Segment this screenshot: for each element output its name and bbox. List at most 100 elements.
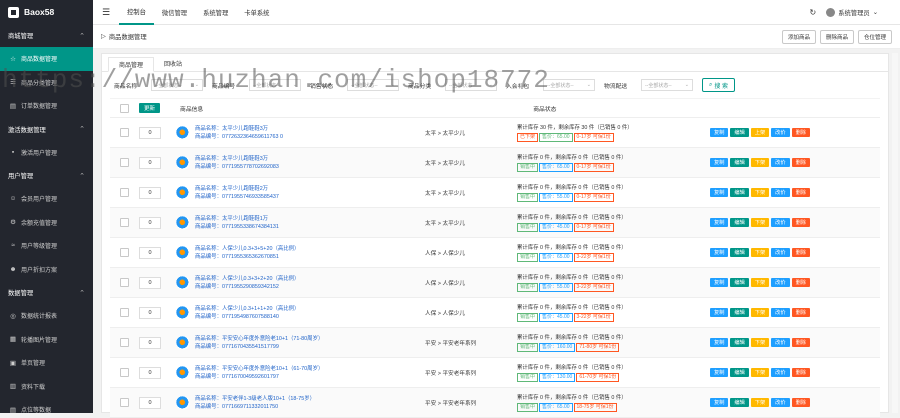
toolbar-button[interactable]: 添加商品 [781,29,816,44]
sidebar-item[interactable]: ☰ 商品分类管理 [0,71,93,95]
action-button[interactable]: 编辑 [730,248,749,257]
row-checkbox[interactable] [120,248,129,257]
row-checkbox[interactable] [120,128,129,137]
sidebar-item[interactable]: ⚙ 余额充值管理 [0,211,93,235]
scrollbar[interactable] [892,53,898,413]
filter-select[interactable]: --全部状态-- ⌄ [249,79,301,91]
action-button[interactable]: 删除 [791,248,810,257]
action-button[interactable]: 改价 [771,128,790,137]
row-checkbox[interactable] [120,338,129,347]
sort-order-input[interactable]: 0 [139,336,161,349]
search-button[interactable]: ⌕ 搜 索 [702,78,736,92]
action-button[interactable]: 下架 [750,218,770,227]
sidebar-item[interactable]: ▣ 单页管理 [0,351,93,375]
action-button[interactable]: 下架 [750,308,770,317]
action-button[interactable]: 改价 [771,158,790,167]
action-button[interactable]: 下架 [750,278,770,287]
sidebar-item[interactable]: ▤ 订单数据管理 [0,94,93,118]
action-button[interactable]: 复制 [710,218,729,227]
product-name[interactable]: 商品名称：平安老伴1-3级老人版10+1（18-75岁） [195,395,315,403]
action-button[interactable]: 复制 [710,248,729,257]
action-button[interactable]: 上架 [750,128,770,137]
row-checkbox[interactable] [120,308,129,317]
action-button[interactable]: 下架 [750,338,770,347]
sidebar-item[interactable]: ☺ 会员用户管理 [0,187,93,211]
action-button[interactable]: 删除 [791,368,810,377]
product-name[interactable]: 商品名称：人保少儿0.3+3+2+20（高比例） [195,275,299,283]
action-button[interactable]: 删除 [791,188,810,197]
action-button[interactable]: 改价 [771,338,790,347]
action-button[interactable]: 编辑 [730,158,749,167]
action-button[interactable]: 下架 [750,158,770,167]
action-button[interactable]: 复制 [710,128,729,137]
sidebar-item[interactable]: ◎ 数据统计报表 [0,304,93,328]
sort-order-input[interactable]: 0 [139,186,161,199]
sidebar-item[interactable]: ≈ 用户等级管理 [0,234,93,258]
action-button[interactable]: 复制 [710,158,729,167]
action-button[interactable]: 删除 [791,158,810,167]
action-button[interactable]: 编辑 [730,338,749,347]
sidebar-item[interactable]: ☻ 用户折扣方案 [0,258,93,282]
action-button[interactable]: 改价 [771,368,790,377]
row-checkbox[interactable] [120,218,129,227]
action-button[interactable]: 删除 [791,218,810,227]
sidebar-item[interactable]: ▦ 轮播图片管理 [0,328,93,352]
action-button[interactable]: 编辑 [730,128,749,137]
sidebar-group[interactable]: 激活数据管理 ⌃ [0,118,93,141]
row-checkbox[interactable] [120,398,129,407]
sort-order-input[interactable]: 0 [139,216,161,229]
action-button[interactable]: 删除 [791,308,810,317]
product-name[interactable]: 商品名称：人保少儿0.3+3+5+20（高比例） [195,245,299,253]
action-button[interactable]: 复制 [710,308,729,317]
select-all-checkbox[interactable] [120,103,129,113]
sort-order-input[interactable]: 0 [139,306,161,319]
action-button[interactable]: 编辑 [730,278,749,287]
action-button[interactable]: 编辑 [730,188,749,197]
sort-order-input[interactable]: 0 [139,156,161,169]
action-button[interactable]: 删除 [791,128,810,137]
filter-select[interactable]: --全部状态-- ⌄ [347,79,399,91]
row-checkbox[interactable] [120,188,129,197]
action-button[interactable]: 编辑 [730,398,749,407]
top-tab[interactable]: 控制台 [119,0,154,25]
sidebar-group[interactable]: 用户管理 ⌃ [0,164,93,187]
panel-tab[interactable]: 商品管理 [108,57,155,72]
top-tab[interactable]: 微信管理 [154,0,195,25]
panel-tab[interactable]: 回收站 [154,56,192,71]
action-button[interactable]: 删除 [791,398,810,407]
action-button[interactable]: 改价 [771,308,790,317]
user-menu[interactable]: 系统管理员 ⌄ [826,7,878,17]
sidebar-group[interactable]: 数据管理 ⌃ [0,281,93,304]
top-tab[interactable]: 卡单系统 [236,0,277,25]
sort-order-input[interactable]: 0 [139,276,161,289]
action-button[interactable]: 下架 [750,398,770,407]
sidebar-item[interactable]: ▪ 激活用户管理 [0,141,93,165]
sort-order-input[interactable]: 0 [139,396,161,409]
action-button[interactable]: 复制 [710,398,729,407]
action-button[interactable]: 复制 [710,368,729,377]
sort-order-input[interactable]: 0 [139,126,161,139]
row-checkbox[interactable] [120,368,129,377]
action-button[interactable]: 删除 [791,278,810,287]
action-button[interactable]: 改价 [771,248,790,257]
action-button[interactable]: 复制 [710,338,729,347]
action-button[interactable]: 删除 [791,338,810,347]
action-button[interactable]: 编辑 [730,368,749,377]
action-button[interactable]: 改价 [771,278,790,287]
filter-select[interactable]: --全部状态-- ⌄ [641,79,693,91]
product-name[interactable]: 商品名称：人保少儿0.3+1+1+20（高比例） [195,305,299,313]
menu-toggle-icon[interactable]: ☰ [93,7,119,18]
filter-select[interactable]: --全部状态-- ⌄ [543,79,595,91]
filter-select[interactable]: --全部状态-- ⌄ [445,79,497,91]
action-button[interactable]: 改价 [771,188,790,197]
action-button[interactable]: 编辑 [730,218,749,227]
action-button[interactable]: 复制 [710,188,729,197]
row-checkbox[interactable] [120,278,129,287]
filter-select[interactable]: --全部状态-- ⌄ [151,79,203,91]
product-name[interactable]: 商品名称：太平少儿跑鞋鞋2万 [195,185,279,193]
action-button[interactable]: 下架 [750,188,770,197]
action-button[interactable]: 下架 [750,248,770,257]
action-button[interactable]: 改价 [771,398,790,407]
sidebar-group[interactable]: 商城管理 ⌃ [0,24,93,47]
update-button[interactable]: 更新 [139,103,161,113]
